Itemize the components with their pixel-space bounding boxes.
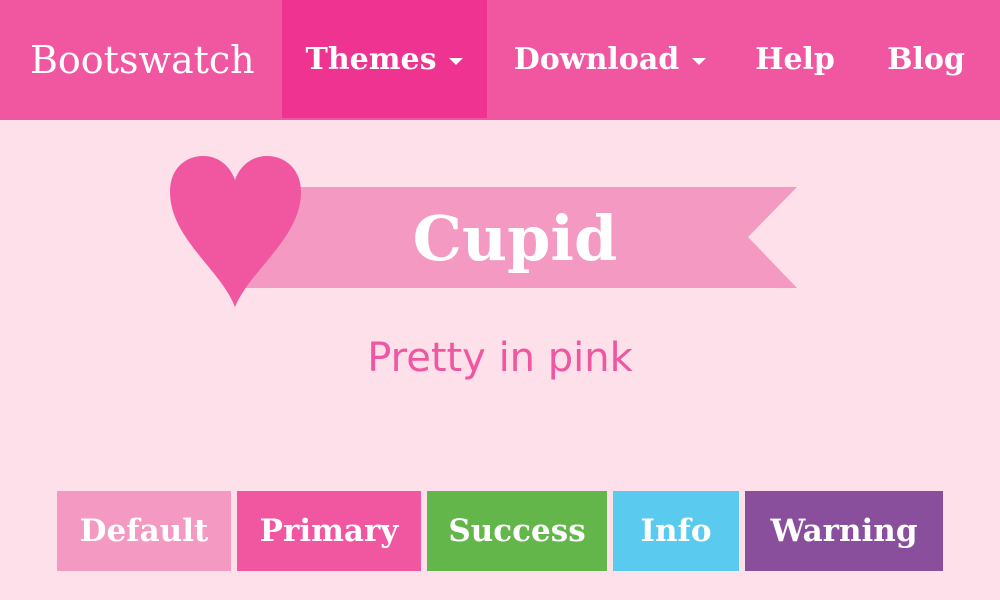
default-button[interactable]: Default xyxy=(57,491,231,571)
nav-item-themes-label: Themes xyxy=(305,41,437,77)
chevron-down-icon xyxy=(692,57,707,65)
nav-item-download[interactable]: Download xyxy=(505,0,715,118)
hero-title: Cupid xyxy=(412,201,618,275)
warning-button[interactable]: Warning xyxy=(745,491,943,571)
hero-subtitle: Pretty in pink xyxy=(367,335,633,381)
primary-button[interactable]: Primary xyxy=(237,491,421,571)
nav-item-blog[interactable]: Blog xyxy=(876,0,976,118)
info-button[interactable]: Info xyxy=(613,491,739,571)
navbar-brand[interactable]: Bootswatch xyxy=(0,0,255,120)
nav-item-help-label: Help xyxy=(755,41,835,77)
nav-item-help[interactable]: Help xyxy=(745,0,845,118)
chevron-down-icon xyxy=(449,57,464,65)
success-button[interactable]: Success xyxy=(427,491,607,571)
nav-item-themes[interactable]: Themes xyxy=(282,0,487,118)
navbar: Bootswatch Themes Download Help Blog xyxy=(0,0,1000,120)
nav-item-download-label: Download xyxy=(513,41,680,77)
nav-item-blog-label: Blog xyxy=(887,41,965,77)
